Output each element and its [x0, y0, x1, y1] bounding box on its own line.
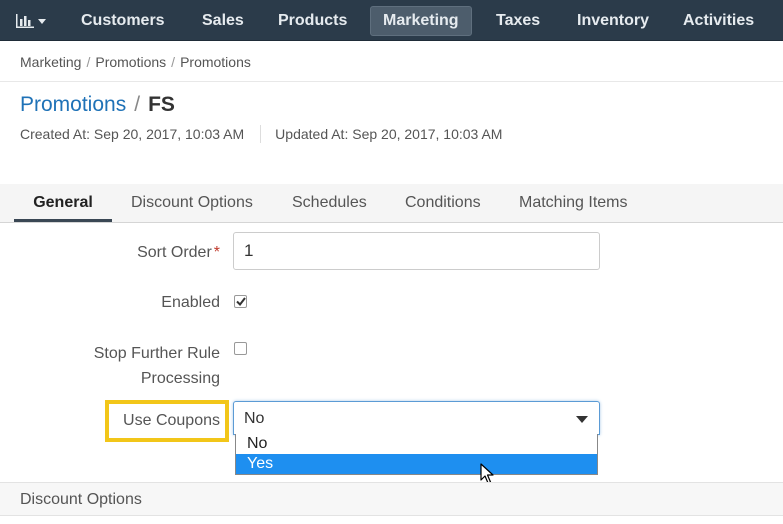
title-separator: / [134, 93, 141, 116]
tab-bar: General Discount Options Schedules Condi… [0, 184, 783, 223]
tab-schedules[interactable]: Schedules [292, 184, 367, 222]
use-coupons-select[interactable]: No [233, 401, 600, 435]
sort-order-label: Sort Order * [137, 244, 220, 261]
page-title: Promotions / FS [20, 93, 175, 117]
title-current: FS [148, 93, 175, 116]
tab-general[interactable]: General [14, 184, 112, 222]
required-marker: * [213, 244, 220, 261]
nav-inventory[interactable]: Inventory [565, 6, 661, 36]
nav-taxes[interactable]: Taxes [484, 6, 552, 36]
nav-marketing[interactable]: Marketing [370, 6, 472, 36]
tab-conditions[interactable]: Conditions [405, 184, 481, 222]
sort-order-input[interactable] [233, 232, 600, 270]
enabled-checkbox[interactable] [234, 295, 247, 308]
breadcrumb-item-promotions[interactable]: Promotions [95, 54, 166, 70]
caret-down-icon [576, 416, 588, 423]
enabled-label: Enabled [161, 294, 220, 311]
top-nav: Customers Sales Products Marketing Taxes… [0, 0, 783, 41]
nav-sales[interactable]: Sales [190, 6, 256, 36]
checkmark-icon [235, 297, 246, 306]
meta-divider [260, 125, 262, 143]
divider [0, 81, 783, 82]
chevron-down-icon [38, 18, 46, 24]
tab-discount-options[interactable]: Discount Options [131, 184, 253, 222]
nav-customers[interactable]: Customers [69, 6, 177, 36]
use-coupons-label: Use Coupons [123, 412, 220, 429]
breadcrumb-item-marketing[interactable]: Marketing [20, 54, 81, 70]
dropdown-option-yes[interactable]: Yes [236, 454, 597, 474]
page-meta: Created At: Sep 20, 2017, 10:03 AM Updat… [20, 125, 502, 143]
dashboard-menu[interactable] [10, 7, 54, 35]
stop-rule-checkbox[interactable] [234, 342, 247, 355]
bar-chart-icon [16, 14, 34, 28]
updated-at: Updated At: Sep 20, 2017, 10:03 AM [275, 126, 503, 142]
nav-activities[interactable]: Activities [671, 6, 766, 36]
title-link-promotions[interactable]: Promotions [20, 93, 126, 116]
discount-options-section: Discount Options [0, 482, 783, 516]
created-at: Created At: Sep 20, 2017, 10:03 AM [20, 126, 245, 142]
nav-products[interactable]: Products [266, 6, 359, 36]
breadcrumb-item-current: Promotions [180, 54, 251, 70]
use-coupons-dropdown: No Yes [235, 434, 598, 475]
section-title: Discount Options [20, 491, 142, 508]
breadcrumb: Marketing / Promotions / Promotions [20, 54, 251, 70]
tab-matching-items[interactable]: Matching Items [519, 184, 627, 222]
dropdown-option-no[interactable]: No [236, 434, 597, 454]
select-value: No [244, 410, 265, 427]
stop-rule-label: Stop Further Rule Processing [93, 345, 220, 387]
